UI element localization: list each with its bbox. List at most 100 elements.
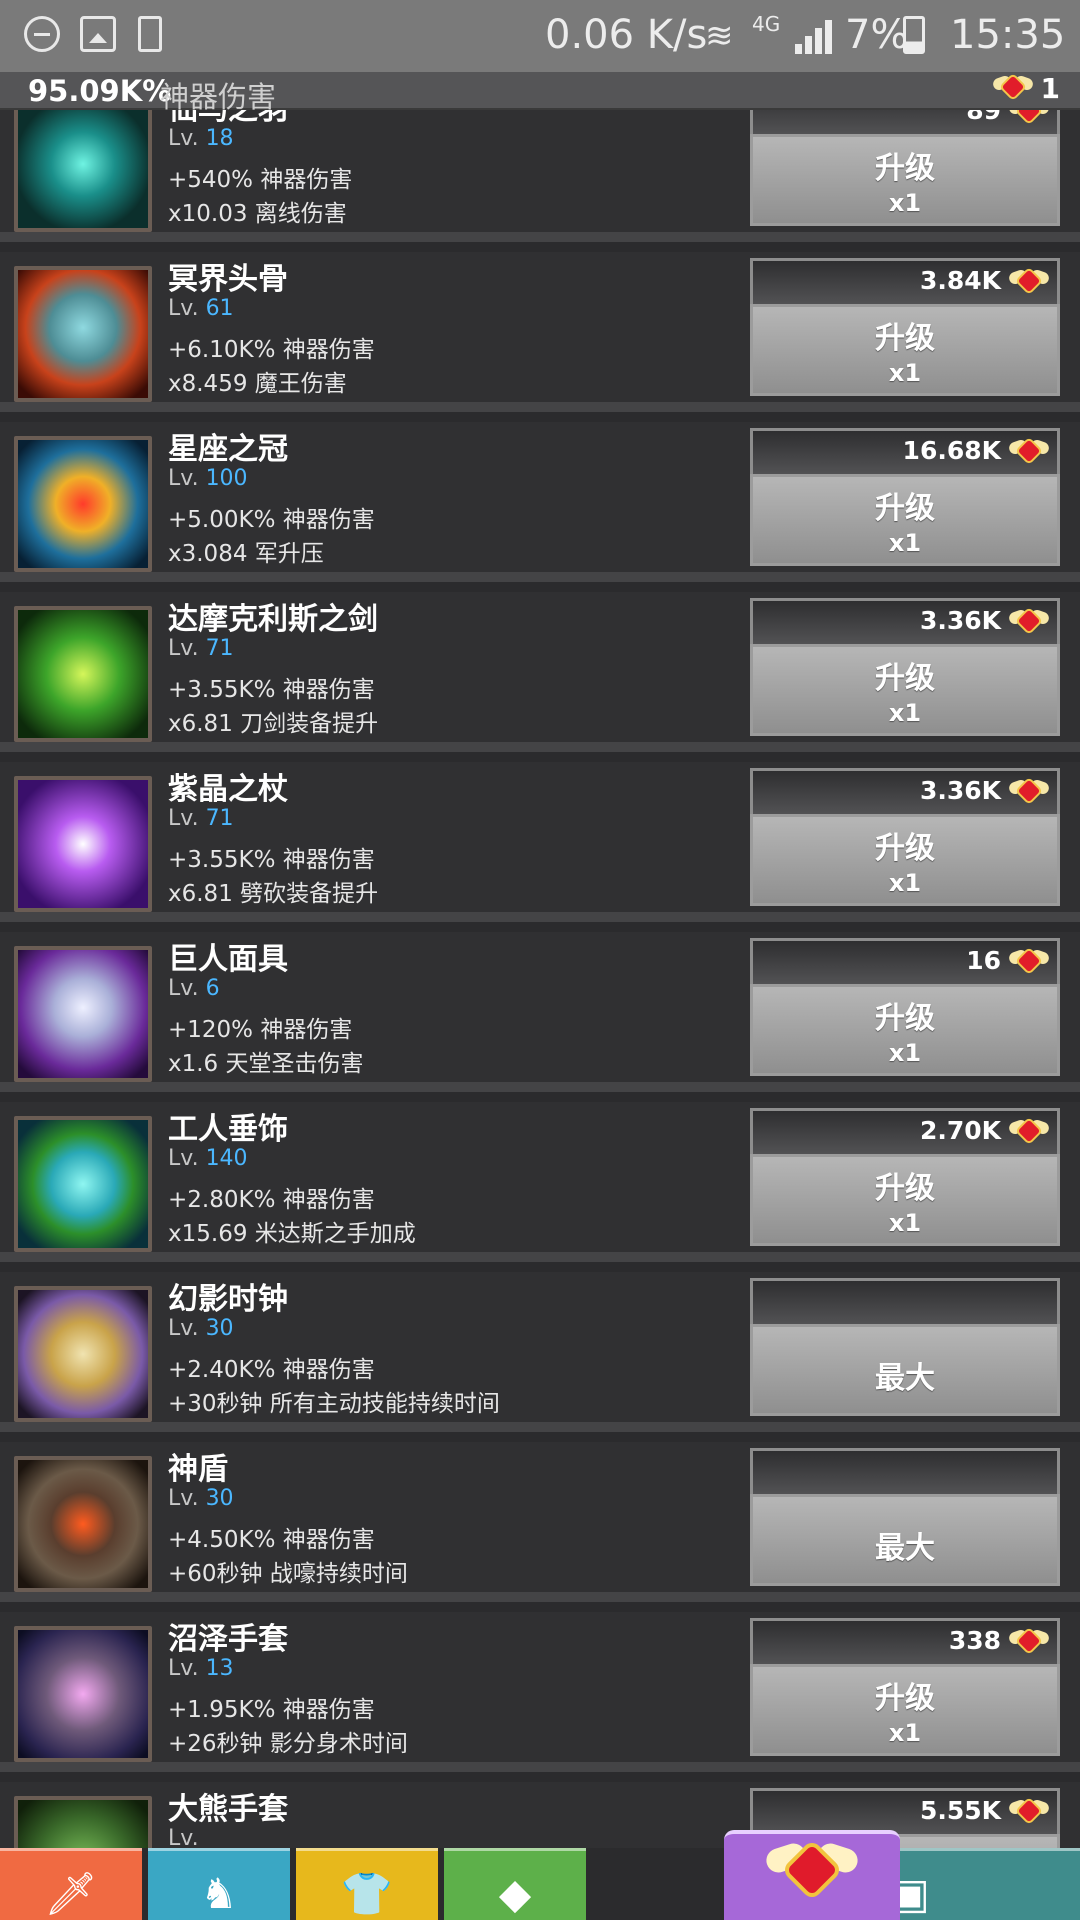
upgrade-cost [750, 1448, 1060, 1494]
battery-saver-icon [138, 16, 162, 52]
relic-heart-icon [1007, 607, 1051, 639]
tab-equipment[interactable]: 👕 [296, 1848, 438, 1920]
level-number: 18 [205, 126, 234, 151]
artifact-name: 达摩克利斯之剑 [168, 602, 378, 637]
upgrade-button[interactable]: 升级 x1 [750, 1664, 1060, 1756]
artifact-effect: +30秒钟 所有主动技能持续时间 [168, 1391, 500, 1417]
tab-pet[interactable]: ◆ [444, 1848, 586, 1920]
gauntlet-icon[interactable] [14, 1626, 152, 1762]
artifact-row: 仙鸟之羽Lv. 18+540% 神器伤害x10.03 离线伤害89升级x1 [0, 110, 1080, 242]
level-prefix: Lv. [168, 1826, 199, 1848]
artifact-name: 巨人面具 [168, 942, 288, 977]
cost-value: 89 [966, 110, 1001, 125]
artifact-row: 幻影时钟 Lv. 30 +2.40K% 神器伤害 +30秒钟 所有主动技能持续时间 最大 [0, 1272, 1080, 1432]
wifi-icon: ≋ [705, 16, 734, 56]
max-level-button[interactable]: 最大 [750, 1324, 1060, 1416]
button-label: 升级 [875, 491, 935, 526]
relic-heart-icon [1007, 437, 1051, 469]
artifact-row: 工人垂饰 Lv. 140 +2.80K% 神器伤害 x15.69 米达斯之手加成 2.7… [0, 1102, 1080, 1262]
artifact-row: 大熊手套 Lv. 5.55K [0, 1782, 1080, 1848]
cost-value: 2.70K [919, 1116, 1001, 1145]
upgrade-multiplier: x1 [888, 1719, 922, 1747]
network-speed: 0.06 K/s [545, 12, 708, 58]
upgrade-cost: 2.70K [750, 1108, 1060, 1154]
artifact-damage-bonus: +6.10K% 神器伤害 [168, 337, 375, 363]
upgrade-button[interactable]: 升级 x1 [750, 814, 1060, 906]
sword-tab-icon: 🗡 [44, 1869, 98, 1918]
max-level-button[interactable]: 最大 [750, 1494, 1060, 1586]
upgrade-cost: 5.55K [750, 1788, 1060, 1834]
feather-icon[interactable] [14, 110, 152, 232]
bottom-tab-bar: 🗡 ♞ 👕 ◆ ▣ [0, 1848, 1080, 1920]
upgrade-multiplier: x1 [888, 189, 922, 217]
artifact-level: Lv. 18 [168, 126, 234, 151]
button-label: 升级 [875, 1681, 935, 1716]
level-prefix: Lv. [168, 1486, 199, 1511]
battery-percent: 7% [845, 12, 909, 58]
button-label: 升级 [875, 1171, 935, 1206]
status-bar: 0.06 K/s ≋ 4G 7% 15:35 [0, 0, 1080, 72]
artifact-name: 幻影时钟 [168, 1282, 288, 1317]
artifact-level: Lv. 71 [168, 806, 234, 831]
tab-artifact[interactable] [724, 1830, 900, 1920]
level-number: 61 [205, 296, 234, 321]
level-number: 30 [205, 1316, 234, 1341]
upgrade-button[interactable]: 升级 x1 [750, 304, 1060, 396]
artifact-level: Lv. 71 [168, 636, 234, 661]
tab-sword[interactable]: 🗡 [0, 1848, 142, 1920]
network-type: 4G [752, 12, 781, 36]
level-prefix: Lv. [168, 1146, 199, 1171]
artifact-name: 工人垂饰 [168, 1112, 288, 1147]
upgrade-button[interactable]: 升级 x1 [750, 474, 1060, 566]
pendant-icon[interactable] [14, 1116, 152, 1252]
artifact-name: 星座之冠 [168, 432, 288, 467]
tab-hero[interactable]: ♞ [148, 1848, 290, 1920]
cost-value: 338 [948, 1626, 1001, 1655]
relic-heart-icon [1007, 777, 1051, 809]
level-number: 30 [205, 1486, 234, 1511]
mask-icon[interactable] [14, 946, 152, 1082]
artifact-name: 大熊手套 [168, 1792, 288, 1827]
level-prefix: Lv. [168, 806, 199, 831]
upgrade-button[interactable]: 升级 x1 [750, 1154, 1060, 1246]
cost-value: 16 [966, 946, 1001, 975]
artifact-name: 紫晶之杖 [168, 772, 288, 807]
upgrade-button[interactable]: 升级 x1 [750, 644, 1060, 736]
bear-glove-icon[interactable] [14, 1796, 152, 1848]
artifact-damage-bonus: +2.40K% 神器伤害 [168, 1357, 375, 1383]
upgrade-multiplier: x1 [888, 1039, 922, 1067]
equipment-tab-icon: 👕 [340, 1869, 394, 1918]
level-prefix: Lv. [168, 296, 199, 321]
level-number: 6 [205, 976, 220, 1001]
staff-icon[interactable] [14, 776, 152, 912]
relic-heart-icon [991, 73, 1035, 105]
cost-value: 3.84K [919, 266, 1001, 295]
artifact-damage-bonus: +4.50K% 神器伤害 [168, 1527, 375, 1553]
relic-heart-icon [1007, 1627, 1051, 1659]
relic-heart-icon [1007, 110, 1051, 129]
crown-icon[interactable] [14, 436, 152, 572]
clock-icon[interactable] [14, 1286, 152, 1422]
upgrade-button[interactable]: 升级 x1 [750, 134, 1060, 226]
button-label: 升级 [875, 661, 935, 696]
shield-icon[interactable] [14, 1456, 152, 1592]
artifact-name: 沼泽手套 [168, 1622, 288, 1657]
relic-heart-icon [1007, 947, 1051, 979]
skull-icon[interactable] [14, 266, 152, 402]
artifact-level: Lv. 13 [168, 1656, 234, 1681]
artifact-effect: x3.084 军升压 [168, 541, 324, 567]
relic-heart-icon [1007, 1117, 1051, 1149]
upgrade-button[interactable]: 升级 x1 [750, 984, 1060, 1076]
button-label: 最大 [875, 1531, 935, 1566]
artifact-row: 星座之冠 Lv. 100 +5.00K% 神器伤害 x3.084 军升压 16.68K 升… [0, 422, 1080, 582]
level-number: 100 [205, 466, 248, 491]
artifact-name: 神盾 [168, 1452, 228, 1487]
sword-icon[interactable] [14, 606, 152, 742]
cost-value: 16.68K [902, 436, 1001, 465]
artifact-row: 达摩克利斯之剑 Lv. 71 +3.55K% 神器伤害 x6.81 刀剑装备提升 3.3… [0, 592, 1080, 752]
artifact-level: Lv. 30 [168, 1316, 234, 1341]
artifact-effect: x10.03 离线伤害 [168, 201, 347, 227]
artifact-tab-icon [763, 1838, 861, 1908]
artifact-list[interactable]: 仙鸟之羽Lv. 18+540% 神器伤害x10.03 离线伤害89升级x1冥界头… [0, 110, 1080, 1848]
upgrade-cost: 16 [750, 938, 1060, 984]
